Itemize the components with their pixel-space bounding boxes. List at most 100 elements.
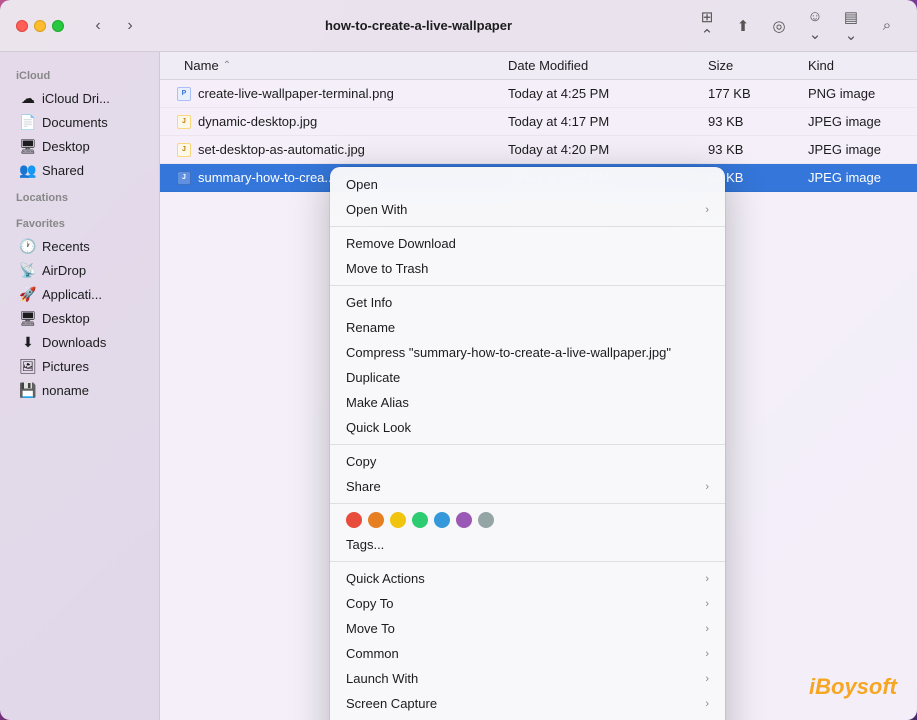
sidebar-item-airdrop-label: AirDrop <box>42 263 86 278</box>
ctx-make-alias[interactable]: Make Alias <box>330 390 725 415</box>
tag-red[interactable] <box>346 512 362 528</box>
traffic-lights <box>16 20 64 32</box>
ctx-screen-capture-label: Screen Capture <box>346 696 437 711</box>
shared-icon: 👥 <box>20 162 36 178</box>
sidebar-item-documents-label: Documents <box>42 115 108 130</box>
ctx-move-to-arrow: › <box>705 623 709 635</box>
sidebar-item-noname[interactable]: 💾 noname <box>4 378 155 402</box>
context-menu: Open Open With › Remove Download Move to… <box>330 167 725 720</box>
ctx-open-with[interactable]: Open With › <box>330 197 725 222</box>
ctx-tags[interactable]: Tags... <box>330 532 725 557</box>
ctx-open-label: Open <box>346 177 378 192</box>
sidebar-item-applications[interactable]: 🚀 Applicati... <box>4 282 155 306</box>
applications-icon: 🚀 <box>20 286 36 302</box>
tag-yellow[interactable] <box>390 512 406 528</box>
sidebar-section-locations: Locations <box>0 182 159 208</box>
ctx-tags-row <box>330 508 725 532</box>
ctx-rename-label: Rename <box>346 320 395 335</box>
documents-icon: 📄 <box>20 114 36 130</box>
ctx-share[interactable]: Share › <box>330 474 725 499</box>
ctx-launch-with-label: Launch With <box>346 671 418 686</box>
back-button[interactable]: ‹ <box>84 12 112 40</box>
sidebar: iCloud ☁ iCloud Dri... 📄 Documents 🖥 Des… <box>0 52 160 720</box>
more-options-button[interactable]: ☺ ⌄ <box>801 12 829 40</box>
ctx-open-with-arrow: › <box>705 204 709 216</box>
sidebar-item-pictures[interactable]: 🖼 Pictures <box>4 354 155 378</box>
close-button[interactable] <box>16 20 28 32</box>
context-menu-overlay: Open Open With › Remove Download Move to… <box>160 52 917 720</box>
ctx-screen-capture[interactable]: Screen Capture › <box>330 691 725 716</box>
ctx-duplicate-label: Duplicate <box>346 370 400 385</box>
share-button[interactable]: ⬆ <box>729 12 757 40</box>
ctx-quick-actions[interactable]: Quick Actions › <box>330 566 725 591</box>
minimize-button[interactable] <box>34 20 46 32</box>
ctx-duplicate[interactable]: Duplicate <box>330 365 725 390</box>
ctx-separator-4 <box>330 503 725 504</box>
ctx-move-to-trash-label: Move to Trash <box>346 261 428 276</box>
ctx-remove-download[interactable]: Remove Download <box>330 231 725 256</box>
ctx-make-alias-label: Make Alias <box>346 395 409 410</box>
downloads-icon: ⬇ <box>20 334 36 350</box>
ctx-launch-with[interactable]: Launch With › <box>330 666 725 691</box>
file-list-container: Name ⌃ Date Modified Size Kind P create-… <box>160 52 917 720</box>
finder-window: ‹ › how-to-create-a-live-wallpaper ⊞ ⌃ ⬆… <box>0 0 917 720</box>
sidebar-item-desktop-fav[interactable]: 🖥 Desktop <box>4 306 155 330</box>
ctx-separator-3 <box>330 444 725 445</box>
ctx-compress[interactable]: Compress "summary-how-to-create-a-live-w… <box>330 340 725 365</box>
sidebar-item-downloads[interactable]: ⬇ Downloads <box>4 330 155 354</box>
sidebar-section-icloud: iCloud <box>0 60 159 86</box>
desktop-icon: 🖥 <box>20 138 36 154</box>
ctx-quick-look[interactable]: Quick Look <box>330 415 725 440</box>
desktop-fav-icon: 🖥 <box>20 310 36 326</box>
sidebar-item-documents[interactable]: 📄 Documents <box>4 110 155 134</box>
ctx-get-info-label: Get Info <box>346 295 392 310</box>
ctx-move-to[interactable]: Move To › <box>330 616 725 641</box>
ctx-launch-with-arrow: › <box>705 673 709 685</box>
ctx-move-to-trash[interactable]: Move to Trash <box>330 256 725 281</box>
ctx-open[interactable]: Open <box>330 172 725 197</box>
maximize-button[interactable] <box>52 20 64 32</box>
sidebar-item-applications-label: Applicati... <box>42 287 102 302</box>
sidebar-item-downloads-label: Downloads <box>42 335 106 350</box>
ctx-get-info[interactable]: Get Info <box>330 290 725 315</box>
tag-blue[interactable] <box>434 512 450 528</box>
sidebar-item-icloud-drive[interactable]: ☁ iCloud Dri... <box>4 86 155 110</box>
sidebar-item-pictures-label: Pictures <box>42 359 89 374</box>
sidebar-toggle-button[interactable]: ▤ ⌄ <box>837 12 865 40</box>
airdrop-icon: 📡 <box>20 262 36 278</box>
ctx-quick-look-label: Quick Look <box>346 420 411 435</box>
sidebar-item-desktop-fav-label: Desktop <box>42 311 90 326</box>
ctx-separator-2 <box>330 285 725 286</box>
view-options-button[interactable]: ⊞ ⌃ <box>693 12 721 40</box>
sidebar-section-favorites: Favorites <box>0 208 159 234</box>
sidebar-item-shared-label: Shared <box>42 163 84 178</box>
tag-green[interactable] <box>412 512 428 528</box>
tag-orange[interactable] <box>368 512 384 528</box>
sidebar-item-shared[interactable]: 👥 Shared <box>4 158 155 182</box>
toolbar-actions: ⊞ ⌃ ⬆ ◎ ☺ ⌄ ▤ ⌄ ⌕ <box>693 12 901 40</box>
ctx-common[interactable]: Common › <box>330 641 725 666</box>
tag-gray[interactable] <box>478 512 494 528</box>
sidebar-item-desktop-label: Desktop <box>42 139 90 154</box>
noname-icon: 💾 <box>20 382 36 398</box>
ctx-separator-5 <box>330 561 725 562</box>
icloud-drive-icon: ☁ <box>20 90 36 106</box>
ctx-share-label: Share <box>346 479 381 494</box>
sidebar-item-desktop[interactable]: 🖥 Desktop <box>4 134 155 158</box>
ctx-move-to-label: Move To <box>346 621 395 636</box>
tag-button[interactable]: ◎ <box>765 12 793 40</box>
tag-purple[interactable] <box>456 512 472 528</box>
sidebar-item-recents[interactable]: 🕐 Recents <box>4 234 155 258</box>
forward-button[interactable]: › <box>116 12 144 40</box>
ctx-copy-to[interactable]: Copy To › <box>330 591 725 616</box>
sidebar-item-icloud-drive-label: iCloud Dri... <box>42 91 110 106</box>
ctx-rename[interactable]: Rename <box>330 315 725 340</box>
ctx-share-arrow: › <box>705 481 709 493</box>
ctx-separator-1 <box>330 226 725 227</box>
ctx-copy[interactable]: Copy <box>330 449 725 474</box>
sidebar-item-airdrop[interactable]: 📡 AirDrop <box>4 258 155 282</box>
nav-buttons: ‹ › <box>84 12 144 40</box>
search-button[interactable]: ⌕ <box>873 12 901 40</box>
main-content: iCloud ☁ iCloud Dri... 📄 Documents 🖥 Des… <box>0 52 917 720</box>
ctx-common-arrow: › <box>705 648 709 660</box>
